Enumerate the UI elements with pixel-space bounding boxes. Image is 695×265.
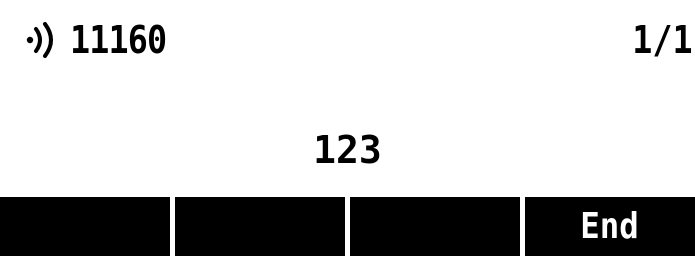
softkey-2[interactable] [175,197,345,256]
line-number: 11160 [70,18,167,62]
line-indicator: 11160 [24,14,179,66]
softkey-bar: End [0,197,695,256]
page-indicator: 1/1 [632,18,693,62]
status-bar: 11160 1/1 [0,0,695,80]
end-call-label: End [580,206,640,247]
softkey-3[interactable] [350,197,520,256]
dialed-number: 123 [313,128,382,172]
softkey-1[interactable] [0,197,170,256]
end-call-button[interactable]: End [525,197,695,256]
signal-icon [26,22,53,58]
